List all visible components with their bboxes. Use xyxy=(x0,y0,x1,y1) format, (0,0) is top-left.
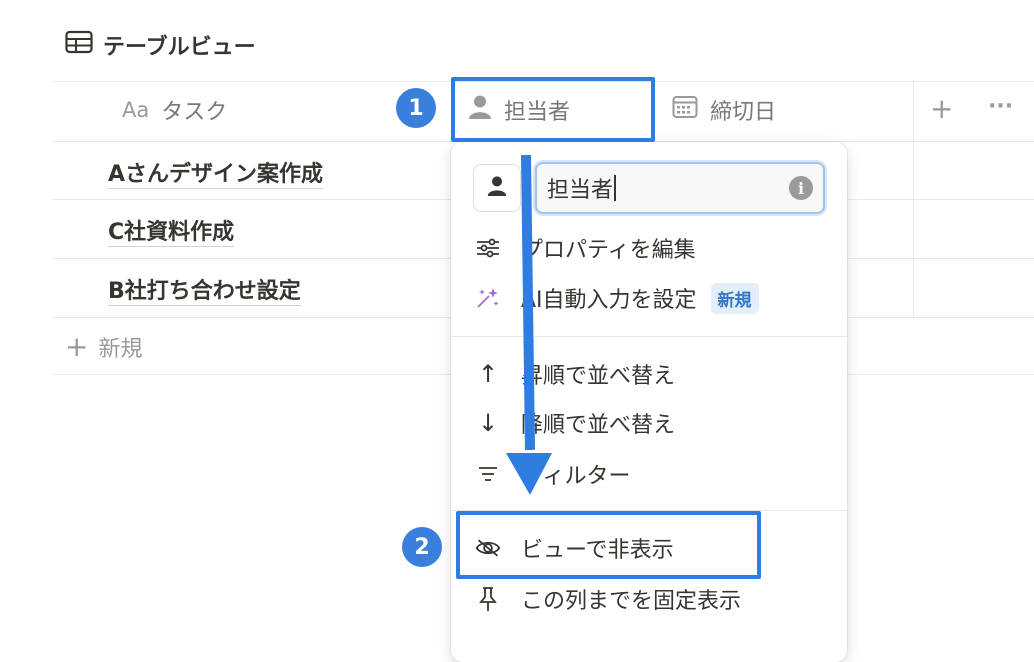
highlight-hide-in-view xyxy=(456,511,761,579)
pin-icon xyxy=(475,586,501,612)
new-row-button[interactable]: + 新規 xyxy=(65,330,142,363)
arrow-up-icon: ↑ xyxy=(477,360,499,388)
step-badge-2: 2 xyxy=(402,527,442,567)
step-badge-1: 1 xyxy=(396,88,436,128)
column-label-title: タスク xyxy=(161,100,228,125)
view-title: テーブルビュー xyxy=(103,35,256,60)
table-icon xyxy=(65,30,93,60)
sliders-icon xyxy=(475,238,501,258)
column-header-title[interactable]: Aa タスク xyxy=(122,94,227,126)
table-row[interactable]: C社資料作成 xyxy=(108,214,235,247)
plus-icon: + xyxy=(65,330,89,363)
arrow-down-icon: ↓ xyxy=(477,409,499,437)
menu-item-label: この列までを固定表示 xyxy=(521,589,742,614)
add-column-button[interactable]: + xyxy=(930,92,953,125)
annotation-arrow xyxy=(500,154,570,504)
new-row-label: 新規 xyxy=(98,336,143,362)
view-header[interactable]: テーブルビュー xyxy=(65,28,256,62)
highlight-assignee-header xyxy=(451,77,655,142)
menu-item-freeze-column[interactable]: この列までを固定表示 xyxy=(475,583,741,615)
column-label-deadline: 締切日 xyxy=(710,100,777,125)
text-type-icon: Aa xyxy=(122,98,150,122)
calendar-icon xyxy=(672,95,698,125)
more-options-button[interactable]: ··· xyxy=(988,94,1013,119)
row-title[interactable]: Aさんデザイン案作成 xyxy=(108,162,324,189)
filter-icon xyxy=(475,465,501,483)
text-caret xyxy=(614,175,617,201)
info-icon[interactable]: i xyxy=(789,176,813,200)
row-title[interactable]: B社打ち合わせ設定 xyxy=(108,279,301,306)
new-feature-badge: 新規 xyxy=(710,282,759,314)
column-divider xyxy=(913,81,914,318)
table-row[interactable]: B社打ち合わせ設定 xyxy=(108,273,301,306)
row-title[interactable]: C社資料作成 xyxy=(108,220,235,247)
column-header-deadline[interactable]: 締切日 xyxy=(672,94,776,126)
table-row[interactable]: Aさんデザイン案作成 xyxy=(108,156,324,189)
property-name-input[interactable]: 担当者 i xyxy=(535,162,825,214)
sparkle-icon xyxy=(475,286,501,310)
